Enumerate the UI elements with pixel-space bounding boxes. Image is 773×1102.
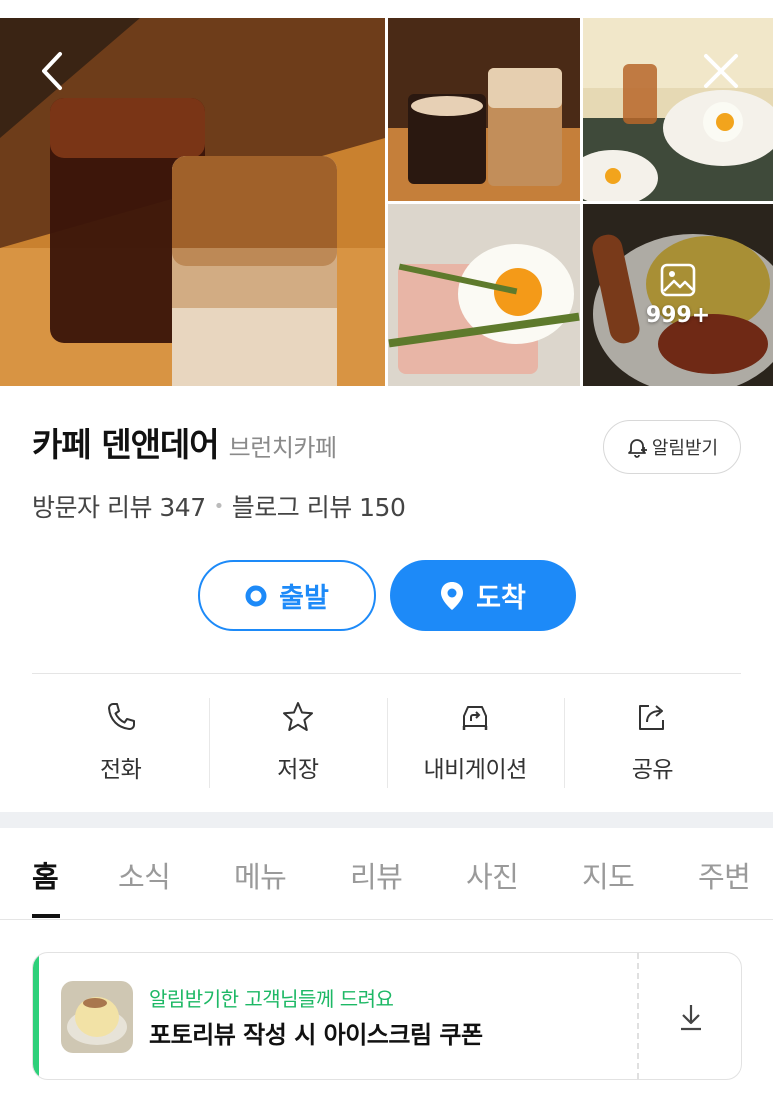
chevron-left-icon (42, 52, 62, 90)
action-bar: 전화 저장 내비게이션 공유 (32, 690, 741, 790)
active-tab-indicator (32, 914, 60, 918)
tab-reviews[interactable]: 리뷰 (350, 854, 403, 896)
separator-dot: • (213, 495, 225, 517)
coupon-dashed-separator (637, 953, 639, 1079)
download-icon (681, 1005, 701, 1031)
phone-icon (107, 703, 135, 730)
tab-nearby[interactable]: 주변 (698, 854, 751, 896)
notify-button[interactable]: 알림받기 (603, 420, 741, 474)
route-start-label: 출발 (279, 583, 329, 614)
route-start-button[interactable]: 출발 (198, 560, 376, 631)
bell-plus-icon (627, 439, 647, 458)
section-divider (32, 673, 741, 674)
save-action[interactable]: 저장 (209, 690, 386, 790)
route-end-button[interactable]: 도착 (390, 560, 576, 631)
tab-bar: 홈 소식 메뉴 리뷰 사진 지도 주변 (0, 828, 773, 920)
start-point-icon (245, 585, 267, 607)
latte-drinks-photo[interactable] (388, 18, 580, 201)
route-end-label: 도착 (476, 583, 526, 614)
close-icon (704, 54, 738, 88)
ice-cream-thumbnail (61, 981, 133, 1053)
close-button[interactable] (698, 48, 744, 94)
call-label: 전화 (99, 757, 142, 783)
tab-home[interactable]: 홈 (32, 854, 59, 896)
place-name: 카페 덴앤데어 (32, 425, 220, 464)
star-icon (282, 702, 313, 731)
section-gap (0, 812, 773, 828)
place-category: 브런치카페 (228, 434, 337, 462)
save-label: 저장 (277, 757, 319, 783)
navigation-car-icon (462, 706, 488, 730)
brunch-plate-photo[interactable] (583, 18, 773, 201)
coupon-download-button[interactable] (673, 999, 709, 1035)
visitor-reviews-link[interactable]: 방문자 리뷰 347 (32, 488, 206, 524)
blog-reviews-link[interactable]: 블로그 리뷰 150 (232, 488, 406, 524)
location-pin-icon (440, 581, 464, 611)
tab-map[interactable]: 지도 (582, 854, 635, 896)
tab-menu[interactable]: 메뉴 (234, 854, 287, 896)
place-title-row: 카페 덴앤데어 브런치카페 (32, 418, 337, 466)
coupon-accent-stripe (33, 953, 39, 1079)
coupon-card[interactable]: 알림받기한 고객님들께 드려요 포토리뷰 작성 시 아이스크림 쿠폰 (32, 952, 742, 1080)
tab-photos[interactable]: 사진 (466, 854, 519, 896)
image-icon (660, 263, 696, 296)
share-label: 공유 (631, 757, 674, 783)
photo-gallery: 999+ (0, 18, 773, 386)
call-action[interactable]: 전화 (32, 690, 209, 790)
notify-label: 알림받기 (651, 438, 719, 459)
back-button[interactable] (30, 48, 76, 94)
more-photos-overlay[interactable]: 999+ (583, 204, 773, 386)
navigation-action[interactable]: 내비게이션 (386, 690, 564, 790)
navigation-label: 내비게이션 (423, 757, 527, 783)
share-icon (639, 705, 665, 730)
review-counts: 방문자 리뷰 347 • 블로그 리뷰 150 (32, 488, 406, 524)
photo-count: 999+ (645, 302, 711, 328)
share-action[interactable]: 공유 (563, 690, 741, 790)
tab-news[interactable]: 소식 (118, 854, 171, 896)
coupon-subtitle: 알림받기한 고객님들께 드려요 (149, 987, 394, 1011)
egg-toast-photo[interactable] (388, 204, 580, 386)
coupon-title: 포토리뷰 작성 시 아이스크림 쿠폰 (149, 1021, 483, 1049)
